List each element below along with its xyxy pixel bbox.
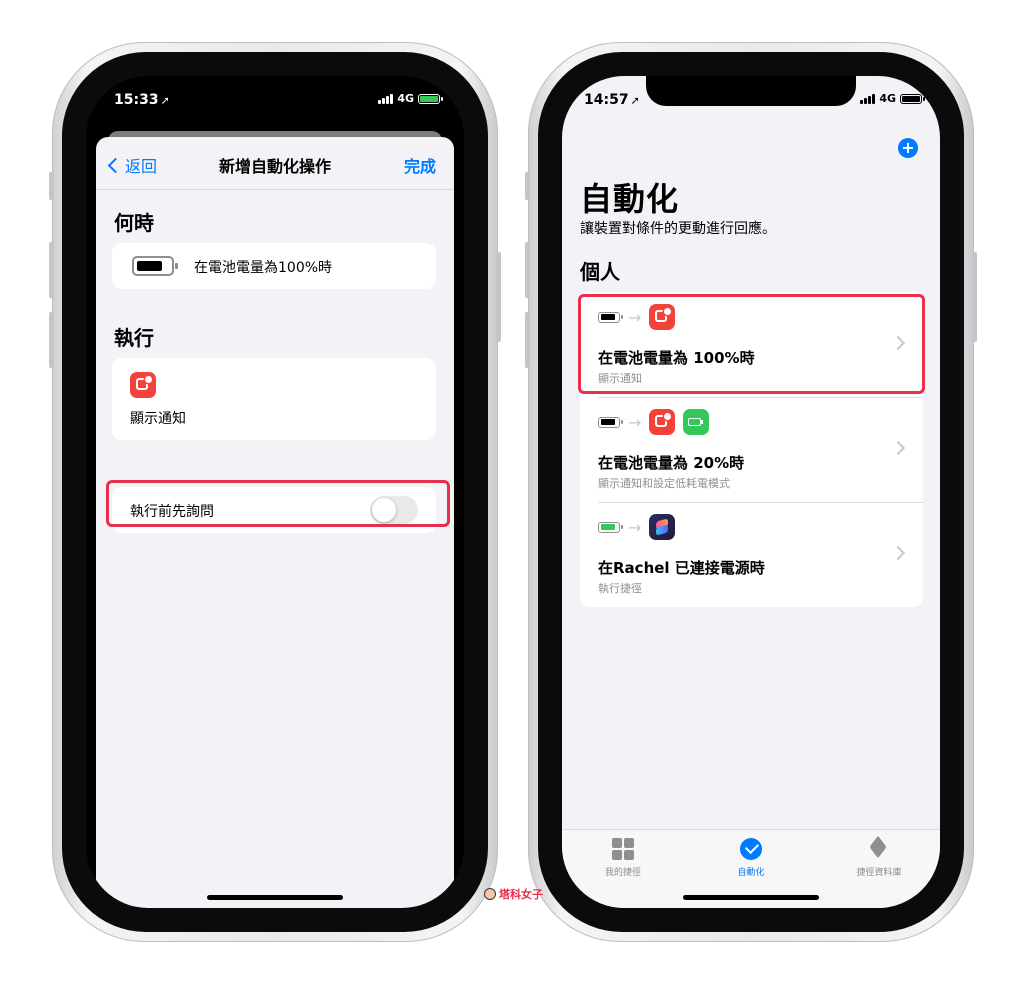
location-icon: ➚ — [160, 94, 170, 107]
status-time: 14:57 ➚ — [584, 92, 640, 108]
screen: 15:33➚ 4G 返回 新增自動化操作 完成 何時 在電池電量為100%時 — [86, 76, 464, 908]
volume-down-button — [525, 312, 530, 368]
row-icons: → — [598, 514, 676, 540]
status-bar: 15:33 ➚ 4G — [86, 76, 464, 120]
row-icons: → — [598, 409, 710, 435]
network-label: 4G — [397, 92, 414, 105]
side-button — [496, 252, 501, 342]
arrow-right-icon: → — [628, 517, 642, 537]
automation-subtitle: 顯示通知和設定低耗電模式 — [598, 477, 730, 490]
grid-icon — [612, 838, 634, 860]
volume-up-button — [525, 242, 530, 298]
automation-subtitle: 執行捷徑 — [598, 582, 642, 595]
tab-my-shortcuts[interactable]: 我的捷徑 — [578, 838, 668, 878]
automation-title: 在Rachel 已連接電源時 — [598, 559, 765, 577]
tab-label: 自動化 — [737, 868, 765, 878]
page-subtitle: 讓裝置對條件的更動進行回應。 — [580, 221, 776, 237]
status-indicators: 4G — [860, 92, 925, 105]
phone-right: 14:57 ➚ 4G + 自動化 讓裝置對條件的更動進行回應。 個人 → 在電池… — [525, 42, 977, 942]
action-section-title: 執行 — [114, 326, 154, 350]
notification-icon — [649, 409, 676, 435]
tab-label: 我的捷徑 — [604, 868, 641, 878]
volume-down-button — [49, 312, 54, 368]
tab-gallery[interactable]: 捷徑資料庫 — [834, 838, 924, 878]
notification-icon — [130, 372, 156, 398]
battery-charging-icon — [418, 93, 443, 104]
tab-automation[interactable]: 自動化 — [706, 838, 796, 878]
watermark-text: 塔科女子 — [499, 888, 543, 901]
chevron-right-icon — [890, 440, 906, 456]
highlight-box — [106, 480, 450, 527]
phone-left: 15:33➚ 4G 返回 新增自動化操作 完成 何時 在電池電量為100%時 — [49, 42, 501, 942]
bezel: 14:57 ➚ 4G + 自動化 讓裝置對條件的更動進行回應。 個人 → 在電池… — [538, 52, 964, 932]
page-title: 自動化 — [580, 180, 680, 218]
when-section-title: 何時 — [114, 211, 154, 235]
navigation-bar: 返回 新增自動化操作 完成 — [96, 137, 454, 190]
bezel: 15:33➚ 4G 返回 新增自動化操作 完成 何時 在電池電量為100%時 — [62, 52, 488, 932]
action-card[interactable]: 顯示通知 — [112, 358, 436, 440]
watermark-face-icon — [484, 888, 496, 900]
add-automation-sheet: 返回 新增自動化操作 完成 何時 在電池電量為100%時 執行 顯示通知 執行前… — [96, 137, 454, 908]
layers-icon — [868, 838, 890, 860]
automation-row-battery-20[interactable]: → 在電池電量為 20%時 顯示通知和設定低耗電模式 — [580, 397, 923, 502]
section-title: 個人 — [580, 260, 620, 284]
mute-switch — [49, 172, 54, 200]
watermark: 塔科女子 — [484, 886, 543, 902]
done-button[interactable]: 完成 — [404, 153, 436, 177]
tab-label: 捷徑資料庫 — [856, 868, 902, 878]
automation-row-charging[interactable]: → 在Rachel 已連接電源時 執行捷徑 — [580, 502, 923, 607]
battery-charging-icon — [598, 521, 623, 533]
screen: 14:57 ➚ 4G + 自動化 讓裝置對條件的更動進行回應。 個人 → 在電池… — [562, 76, 940, 908]
location-icon: ➚ — [630, 94, 640, 107]
status-time: 15:33 ➚ — [114, 92, 170, 108]
nav-title: 新增自動化操作 — [218, 157, 331, 176]
highlight-box — [578, 294, 925, 394]
battery-icon — [900, 93, 925, 104]
status-indicators: 4G — [378, 92, 443, 105]
network-label: 4G — [879, 92, 896, 105]
action-label: 顯示通知 — [130, 411, 186, 427]
battery-full-icon — [598, 416, 623, 428]
condition-label: 在電池電量為100%時 — [194, 260, 333, 276]
home-indicator[interactable] — [683, 895, 819, 900]
arrow-right-icon: → — [628, 412, 642, 432]
side-button — [972, 252, 977, 342]
when-condition-card[interactable]: 在電池電量為100%時 — [112, 243, 436, 289]
shortcuts-icon — [649, 514, 676, 540]
low-power-icon — [683, 409, 710, 435]
mute-switch — [525, 172, 530, 200]
signal-icon — [378, 93, 394, 104]
automation-title: 在電池電量為 20%時 — [598, 454, 745, 472]
battery-full-icon — [132, 256, 178, 276]
volume-up-button — [49, 242, 54, 298]
add-automation-button[interactable]: + — [898, 138, 918, 158]
signal-icon — [860, 93, 876, 104]
chevron-right-icon — [890, 545, 906, 561]
home-indicator[interactable] — [207, 895, 343, 900]
automation-icon — [740, 838, 762, 860]
status-bar: 14:57 ➚ 4G — [562, 76, 940, 120]
